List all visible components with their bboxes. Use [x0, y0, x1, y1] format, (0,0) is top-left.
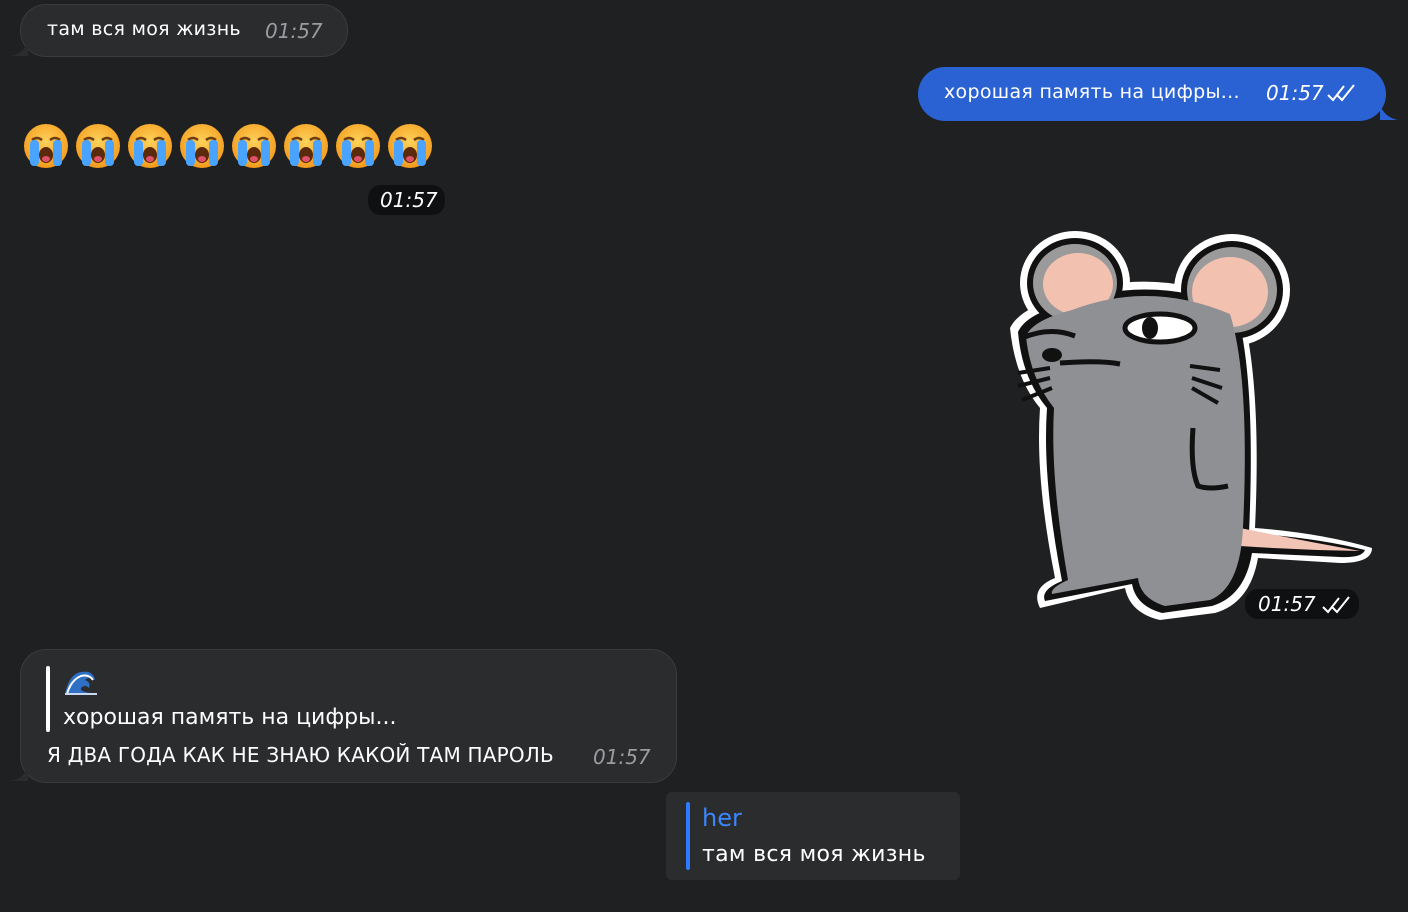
bubble-tail-icon	[1380, 104, 1398, 120]
crying-face-emoji-row	[22, 122, 434, 170]
message-text: хорошая память на цифры...	[944, 81, 1240, 103]
message-time: 01:57	[593, 745, 651, 769]
message-text: там вся моя жизнь	[47, 18, 241, 40]
sticker-time: 01:57	[1245, 589, 1359, 619]
reply-bar	[686, 802, 690, 870]
message-time: 01:57	[368, 185, 445, 215]
reply-bar	[46, 666, 50, 732]
double-check-icon	[1322, 596, 1350, 614]
message-text: Я ДВА ГОДА КАК НЕ ЗНАЮ КАКОЙ ТАМ ПАРОЛЬ	[47, 743, 554, 767]
incoming-reply-message[interactable]: хорошая память на цифры... Я ДВА ГОДА КА…	[20, 649, 677, 783]
bubble-tail-icon	[10, 763, 28, 781]
bubble-tail-icon	[10, 38, 28, 56]
reply-author: her	[702, 804, 742, 832]
message-time: 01:57	[265, 19, 323, 43]
grey-rat-sticker[interactable]	[1000, 228, 1380, 628]
reply-preview[interactable]: her там вся моя жизнь	[666, 792, 960, 880]
double-check-icon	[1327, 84, 1355, 102]
incoming-message[interactable]: там вся моя жизнь 01:57	[20, 4, 348, 57]
reply-quote-text: хорошая память на цифры...	[63, 705, 397, 730]
reply-text: там вся моя жизнь	[702, 842, 926, 867]
outgoing-message[interactable]: хорошая память на цифры... 01:57	[918, 67, 1386, 121]
wave-emoji-icon	[65, 671, 97, 695]
message-time: 01:57	[1266, 81, 1324, 105]
